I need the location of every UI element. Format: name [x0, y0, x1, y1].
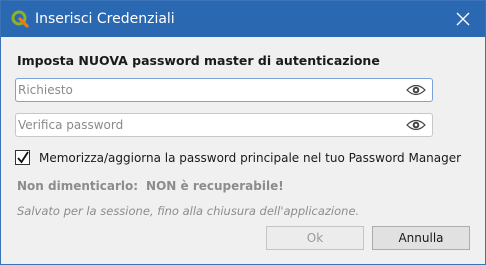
- close-button[interactable]: [441, 1, 485, 37]
- password-field[interactable]: [15, 78, 433, 102]
- qgis-logo-icon: [11, 10, 29, 28]
- window-title: Inserisci Credenziali: [35, 11, 175, 27]
- ok-button[interactable]: Ok: [266, 226, 364, 250]
- verify-password-field[interactable]: [15, 113, 433, 137]
- store-password-checkbox[interactable]: [15, 150, 30, 165]
- session-note: Salvato per la sessione, fino alla chius…: [17, 204, 360, 218]
- cancel-button[interactable]: Annulla: [372, 226, 470, 250]
- warning-part-2: NON è recuperabile!: [146, 179, 284, 193]
- title-bar[interactable]: Inserisci Credenziali: [1, 1, 485, 37]
- close-icon: [456, 12, 470, 26]
- show-password-eye-icon[interactable]: [406, 83, 426, 97]
- show-verify-password-eye-icon[interactable]: [406, 118, 426, 132]
- checkmark-icon: [17, 151, 29, 164]
- verify-password-input[interactable]: [18, 116, 398, 134]
- credentials-dialog: Inserisci Credenziali Imposta NUOVA pass…: [0, 0, 486, 265]
- warning-text: Non dimenticarlo: NON è recuperabile!: [17, 179, 284, 193]
- form-heading: Imposta NUOVA password master di autenti…: [17, 53, 380, 68]
- password-input[interactable]: [18, 81, 398, 99]
- store-password-label[interactable]: Memorizza/aggiorna la password principal…: [39, 151, 461, 165]
- warning-part-1: Non dimenticarlo:: [17, 179, 139, 193]
